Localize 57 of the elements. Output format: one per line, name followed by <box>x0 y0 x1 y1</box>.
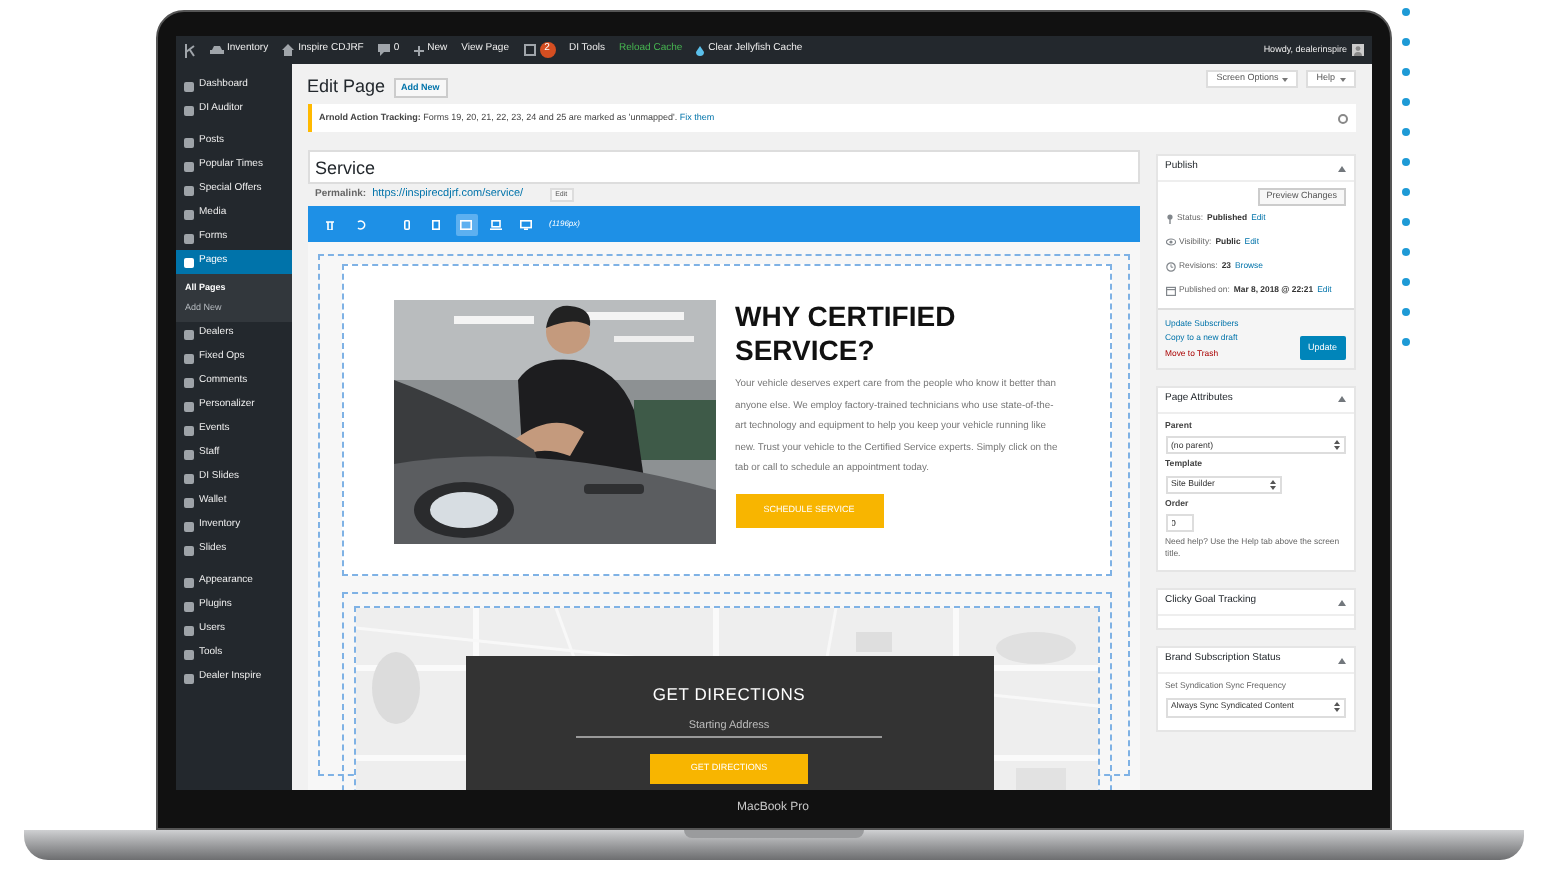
clock-icon <box>1165 261 1175 271</box>
eye-icon <box>1165 238 1175 246</box>
square-icon <box>183 329 193 339</box>
undo-icon[interactable] <box>355 219 365 229</box>
square-icon <box>183 521 193 531</box>
avatar-icon[interactable] <box>1351 44 1363 56</box>
calendar-icon <box>1165 285 1175 295</box>
up-down-arrows-icon <box>1333 702 1339 712</box>
title-field[interactable]: Service <box>307 150 1139 184</box>
caret-icon[interactable] <box>1337 165 1345 171</box>
square-icon <box>183 601 193 611</box>
square-icon <box>183 401 193 411</box>
up-down-arrows-icon <box>1269 479 1275 490</box>
phone-icon[interactable] <box>403 219 409 229</box>
square-icon <box>183 425 193 435</box>
square-icon <box>183 353 193 363</box>
logo-icon[interactable] <box>183 43 195 57</box>
square-icon <box>183 545 193 555</box>
section-heading: WHY CERTIFIED SERVICE? <box>735 300 958 368</box>
box-icon <box>523 44 535 56</box>
square-icon <box>183 137 193 147</box>
laptop-icon[interactable] <box>490 219 502 229</box>
square-icon <box>183 81 193 91</box>
caret-icon[interactable] <box>1337 396 1345 403</box>
caret-icon <box>1339 77 1345 81</box>
square-icon <box>183 105 193 115</box>
caret-icon[interactable] <box>1337 599 1345 606</box>
square-icon <box>183 233 193 243</box>
square-icon <box>183 625 193 635</box>
caret-icon[interactable] <box>1337 657 1345 664</box>
plus-icon <box>413 45 424 55</box>
square-icon <box>183 649 193 659</box>
square-icon <box>183 673 193 683</box>
square-icon <box>183 497 193 507</box>
gear-icon[interactable] <box>1337 113 1347 123</box>
square-icon <box>183 209 193 219</box>
page-heading: Edit Page <box>307 74 386 101</box>
square-icon <box>183 161 193 171</box>
caret-icon <box>1282 77 1289 81</box>
pin-icon <box>1165 213 1173 223</box>
speech-bubble-icon <box>377 44 390 56</box>
monitor-icon[interactable] <box>520 219 532 229</box>
directions-heading: GET DIRECTIONS <box>652 682 806 708</box>
tablet-icon[interactable] <box>432 219 440 229</box>
droplet-icon <box>696 45 705 55</box>
square-icon <box>183 449 193 459</box>
car-icon <box>209 45 223 55</box>
square-icon <box>183 257 193 267</box>
square-icon <box>183 185 193 195</box>
square-icon <box>183 577 193 587</box>
square-icon <box>183 377 193 387</box>
up-down-arrows-icon <box>1333 440 1339 451</box>
trash-icon[interactable] <box>326 219 334 229</box>
toolbar-button[interactable] <box>455 213 477 235</box>
house-icon <box>282 44 295 56</box>
tablet-icon[interactable] <box>460 219 472 229</box>
square-icon <box>183 473 193 483</box>
